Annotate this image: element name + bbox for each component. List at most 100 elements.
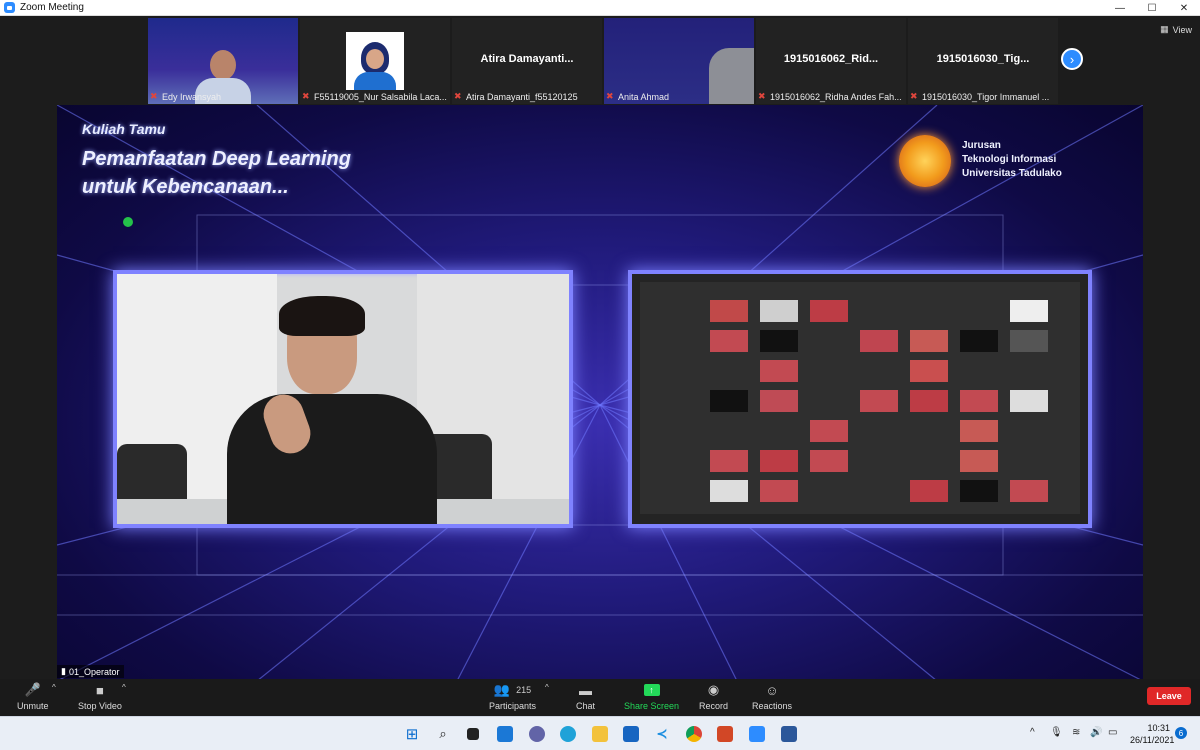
muted-mic-icon: 🎤: [24, 682, 41, 697]
vscode-icon[interactable]: ≺: [652, 724, 672, 744]
task-view-icon[interactable]: [463, 724, 483, 744]
muted-mic-icon: ✖: [150, 91, 158, 101]
mail-icon[interactable]: [621, 724, 641, 744]
active-speaker-name: 01_Operator: [68, 666, 120, 677]
participant-name: 1915016030_Tigor Immanuel ...: [922, 91, 1050, 102]
record-icon: ◉: [707, 682, 720, 697]
participants-count: 215: [516, 685, 532, 695]
wifi-icon[interactable]: ≋: [1072, 727, 1080, 738]
gallery-grid: [640, 282, 1080, 514]
zoom-meeting-area: ✖ Edy Irwansyah ✖ F55119005_Nur Salsabila …: [0, 16, 1200, 716]
participant-name: Edy Irwansyah: [162, 91, 222, 102]
battery-icon[interactable]: ▭: [1108, 727, 1117, 738]
participant-display-name: Atira Damayanti...: [480, 53, 574, 65]
participant-name: F55119005_Nur Salsabila Laca...: [314, 91, 447, 102]
participant-tile[interactable]: ✖ Edy Irwansyah: [148, 18, 298, 104]
participant-video: [210, 50, 236, 80]
university-logo: [899, 135, 951, 187]
word-icon[interactable]: [779, 724, 799, 744]
institution-line: Teknologi Informasi: [962, 154, 1057, 165]
participants-icon: 👥: [493, 682, 511, 697]
leave-button[interactable]: Leave: [1147, 687, 1191, 705]
chrome-icon[interactable]: [684, 724, 704, 744]
reactions-label: Reactions: [752, 701, 793, 711]
file-explorer-icon[interactable]: [590, 724, 610, 744]
participant-name: Anita Ahmad: [618, 91, 670, 102]
taskbar-clock[interactable]: 10:31 26/11/2021: [1130, 722, 1175, 746]
windows-taskbar: ⊞ ⌕ ≺ ^ 🎙 ≋ 🔊 ▭ 10:31 26/11/2021 6: [0, 716, 1200, 750]
slide-subtitle: Kuliah Tamu: [82, 121, 166, 137]
participant-tile[interactable]: 1915016030_Tig... ✖ 1915016030_Tigor Imma…: [908, 18, 1058, 104]
participant-filmstrip: ✖ Edy Irwansyah ✖ F55119005_Nur Salsabila …: [148, 18, 1058, 104]
muted-mic-icon: ✖: [758, 91, 766, 101]
powerpoint-icon[interactable]: [715, 724, 735, 744]
chevron-up-icon[interactable]: ^: [1030, 727, 1035, 738]
chevron-right-icon[interactable]: ›: [1061, 48, 1083, 70]
share-screen-label: Share Screen: [624, 701, 680, 711]
muted-mic-icon: ✖: [302, 91, 310, 101]
muted-mic-icon: ✖: [910, 91, 918, 101]
teams-chat-icon[interactable]: [527, 724, 547, 744]
unmute-label: Unmute: [17, 701, 49, 711]
participant-display-name: 1915016030_Tig...: [936, 53, 1030, 65]
window-title: Zoom Meeting: [20, 2, 84, 13]
stop-video-label: Stop Video: [78, 701, 122, 711]
edge-browser-icon[interactable]: [558, 724, 578, 744]
unmute-button[interactable]: 🎤 Unmute: [17, 681, 49, 711]
signal-bars-icon: ▮: [61, 666, 66, 676]
institution-line: Jurusan: [962, 140, 1001, 151]
microphone-icon[interactable]: 🎙: [1050, 727, 1063, 738]
windows-start-icon[interactable]: ⊞: [402, 724, 422, 744]
institution-name: Jurusan Teknologi Informasi Universitas …: [962, 139, 1062, 181]
participants-button[interactable]: 👥 215 Participants: [489, 681, 536, 711]
reactions-button[interactable]: ☺ Reactions: [752, 681, 793, 712]
grid-icon: ▦: [1160, 24, 1169, 34]
close-button[interactable]: ✕: [1168, 0, 1200, 16]
muted-mic-icon: ✖: [454, 91, 462, 101]
shared-screen-view[interactable]: Kuliah Tamu Pemanfaatan Deep Learning un…: [57, 105, 1143, 681]
headline-line: untuk Kebencanaan...: [82, 176, 289, 198]
clock-time: 10:31: [1147, 723, 1170, 733]
maximize-button[interactable]: ☐: [1136, 0, 1168, 16]
speaker-figure: [227, 394, 437, 524]
participant-tile[interactable]: ✖ F55119005_Nur Salsabila Laca...: [300, 18, 450, 104]
stop-video-button[interactable]: ■ Stop Video: [78, 681, 122, 712]
participants-options-caret[interactable]: ^: [545, 683, 549, 692]
participant-tile[interactable]: Atira Damayanti... ✖ Atira Damayanti_f551…: [452, 18, 602, 104]
share-screen-button[interactable]: ↑ Share Screen: [624, 681, 679, 711]
minimize-button[interactable]: —: [1104, 0, 1136, 16]
widgets-icon[interactable]: [495, 724, 515, 744]
record-button[interactable]: ◉ Record: [699, 681, 728, 711]
clock-date: 26/11/2021: [1130, 735, 1175, 745]
meeting-toolbar: 🎤 Unmute ^ ■ Stop Video ^ 👥 215 Participa…: [0, 679, 1200, 716]
headline-line: Pemanfaatan Deep Learning: [82, 148, 351, 170]
search-icon[interactable]: ⌕: [433, 724, 453, 744]
zoom-taskbar-icon[interactable]: [747, 724, 767, 744]
speaker-video-panel: [113, 270, 573, 528]
institution-line: Universitas Tadulako: [962, 168, 1062, 179]
muted-mic-icon: ✖: [606, 91, 614, 101]
participants-label: Participants: [489, 701, 537, 711]
participant-tile[interactable]: ✖ Anita Ahmad: [604, 18, 754, 104]
encryption-shield-icon: [123, 217, 133, 227]
slide-headline: Pemanfaatan Deep Learning untuk Kebencan…: [82, 145, 351, 201]
active-speaker-label: ▮ 01_Operator: [57, 665, 124, 678]
participant-name: 1915016062_Ridha Andes Fah...: [770, 91, 902, 102]
window-title-bar: Zoom Meeting — ☐ ✕: [0, 0, 1200, 16]
gallery-video-panel: [628, 270, 1092, 528]
notification-badge[interactable]: 6: [1175, 727, 1187, 739]
zoom-logo-icon: [4, 2, 15, 13]
participant-name: Atira Damayanti_f55120125: [466, 91, 578, 102]
audio-options-caret[interactable]: ^: [52, 683, 56, 692]
speaker-icon[interactable]: 🔊: [1090, 727, 1102, 738]
video-options-caret[interactable]: ^: [122, 683, 126, 692]
record-label: Record: [699, 701, 729, 711]
participant-tile[interactable]: 1915016062_Rid... ✖ 1915016062_Ridha Ande…: [756, 18, 906, 104]
chat-label: Chat: [576, 701, 596, 711]
view-label: View: [1172, 24, 1192, 35]
video-camera-icon: ■: [96, 682, 104, 698]
chat-bubble-icon: ▬: [579, 682, 592, 698]
chat-button[interactable]: ▬ Chat: [576, 681, 596, 712]
share-screen-icon: ↑: [643, 681, 660, 699]
view-button[interactable]: ▦ View: [1160, 24, 1192, 35]
